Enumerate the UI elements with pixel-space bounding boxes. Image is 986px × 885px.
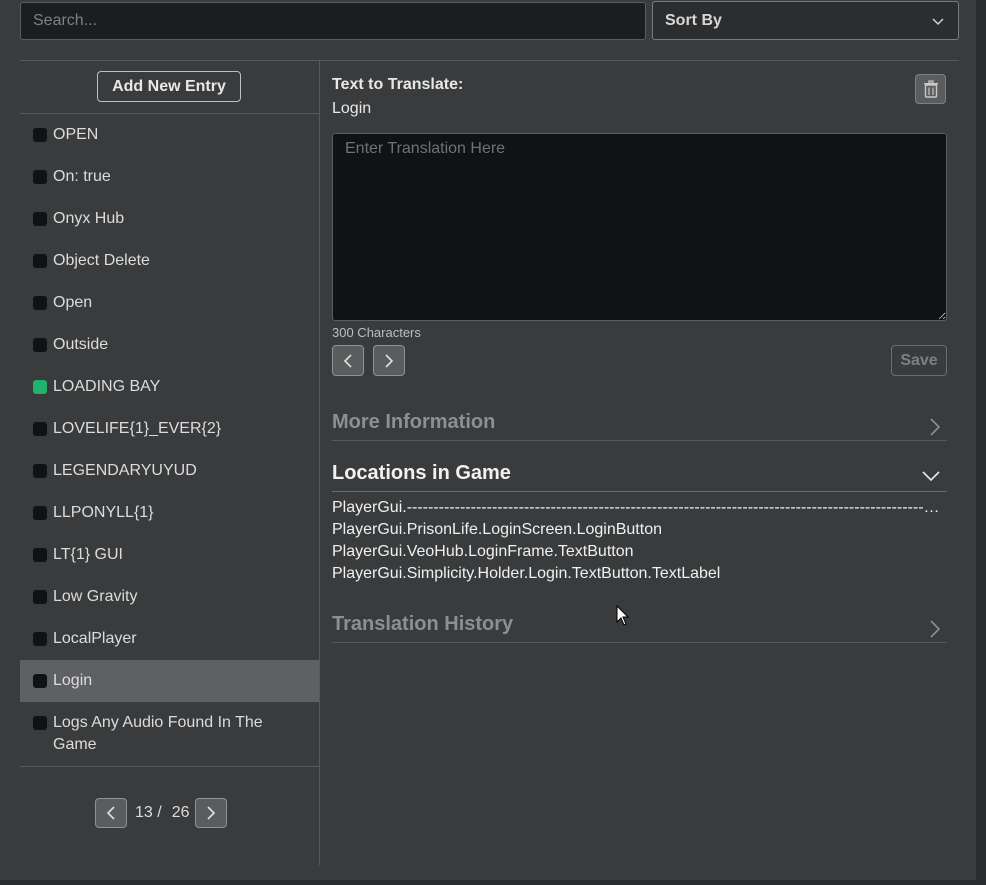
locations-header[interactable]: Locations in Game	[332, 462, 947, 494]
translation-history-title: Translation History	[332, 613, 514, 635]
locations-title: Locations in Game	[332, 462, 511, 484]
entry-list: OPEN On: true Onyx Hub Object Delete Ope…	[20, 114, 319, 766]
entry-label: Login	[53, 672, 93, 689]
list-item[interactable]: LEGENDARYUYUD	[20, 450, 319, 492]
panel-divider	[319, 61, 320, 865]
list-item[interactable]: Outside	[20, 324, 319, 366]
status-indicator	[33, 464, 47, 478]
window-edge	[976, 0, 986, 885]
add-new-entry-button[interactable]: Add New Entry	[97, 71, 241, 102]
trash-icon	[923, 80, 938, 98]
status-indicator	[33, 296, 47, 310]
list-item[interactable]: Object Delete	[20, 240, 319, 282]
location-path: PlayerGui.PrisonLife.LoginScreen.LoginBu…	[332, 521, 662, 538]
status-indicator	[33, 506, 47, 520]
entry-label: LT{1} GUI	[53, 546, 123, 563]
chevron-down-icon	[922, 471, 940, 482]
translation-input[interactable]	[332, 133, 947, 321]
list-item[interactable]: LT{1} GUI	[20, 534, 319, 576]
prev-translation-button[interactable]	[332, 345, 364, 376]
entry-label: LocalPlayer	[53, 630, 137, 647]
status-indicator	[33, 170, 47, 184]
status-indicator	[33, 674, 47, 688]
location-path: PlayerGui.Simplicity.Holder.Login.TextBu…	[332, 565, 721, 582]
list-item[interactable]: Onyx Hub	[20, 198, 319, 240]
sort-label: Sort By	[665, 12, 722, 29]
list-item[interactable]: Low Gravity	[20, 576, 319, 618]
search-input[interactable]	[20, 2, 646, 40]
status-indicator	[33, 422, 47, 436]
section-divider	[332, 440, 947, 441]
list-item[interactable]: LLPONYLL{1}	[20, 492, 319, 534]
entry-label: Logs Any Audio Found In The Game	[53, 714, 263, 753]
list-item[interactable]: LocalPlayer	[20, 618, 319, 660]
chevron-right-icon	[930, 620, 941, 638]
status-indicator	[33, 632, 47, 646]
entry-label: LLPONYLL{1}	[53, 504, 154, 521]
entry-label: OPEN	[53, 126, 99, 143]
entry-label: Low Gravity	[53, 588, 138, 605]
chevron-right-icon	[207, 806, 216, 820]
chevron-down-icon	[932, 18, 944, 26]
next-page-button[interactable]	[195, 798, 228, 828]
list-item[interactable]: Logs Any Audio Found In The Game	[20, 702, 319, 766]
status-indicator	[33, 212, 47, 226]
entry-label: LOVELIFE{1}_EVER{2}	[53, 420, 222, 437]
sort-dropdown[interactable]: Sort By	[652, 1, 959, 40]
list-item-selected[interactable]: Login	[20, 660, 319, 702]
chevron-left-icon	[106, 806, 115, 820]
mouse-cursor-icon	[616, 605, 630, 626]
location-path: PlayerGui.VeoHub.LoginFrame.TextButton	[332, 543, 634, 560]
entry-label: Outside	[53, 336, 109, 353]
status-indicator	[33, 254, 47, 268]
chevron-right-icon	[385, 353, 394, 368]
list-item[interactable]: LOADING BAY	[20, 366, 319, 408]
status-indicator	[33, 590, 47, 604]
section-divider	[332, 491, 947, 492]
pagination: 13 / 26	[95, 797, 228, 829]
prev-page-button[interactable]	[95, 798, 127, 828]
status-indicator	[33, 548, 47, 562]
status-indicator	[33, 128, 47, 142]
chevron-left-icon	[343, 353, 352, 368]
status-indicator	[33, 338, 47, 352]
location-path: PlayerGui.------------------------------…	[332, 499, 940, 516]
top-divider	[20, 60, 959, 61]
status-indicator-translated	[33, 380, 47, 394]
entry-label: On: true	[53, 168, 111, 185]
entry-label: LOADING BAY	[53, 378, 161, 395]
text-to-translate-label: Text to Translate:	[332, 76, 464, 93]
translation-history-header[interactable]: Translation History	[332, 613, 947, 645]
list-item[interactable]: Open	[20, 282, 319, 324]
status-indicator	[33, 716, 47, 730]
window-edge-bottom	[0, 880, 986, 885]
entry-label: Object Delete	[53, 252, 150, 269]
list-bottom-divider	[20, 766, 319, 767]
page-total: 26	[171, 804, 190, 821]
page-current: 13 /	[135, 804, 162, 821]
list-item[interactable]: OPEN	[20, 114, 319, 156]
delete-button[interactable]	[915, 74, 946, 104]
entry-label: LEGENDARYUYUD	[53, 462, 197, 479]
list-item[interactable]: On: true	[20, 156, 319, 198]
character-count: 300 Characters	[332, 325, 421, 340]
section-divider	[332, 642, 947, 643]
save-button[interactable]: Save	[891, 345, 947, 376]
list-item[interactable]: LOVELIFE{1}_EVER{2}	[20, 408, 319, 450]
more-information-header[interactable]: More Information	[332, 411, 947, 443]
entry-label: Open	[53, 294, 93, 311]
chevron-right-icon	[930, 418, 941, 436]
source-text: Login	[332, 100, 372, 117]
next-translation-button[interactable]	[373, 345, 405, 376]
entry-label: Onyx Hub	[53, 210, 125, 227]
more-information-title: More Information	[332, 411, 496, 433]
